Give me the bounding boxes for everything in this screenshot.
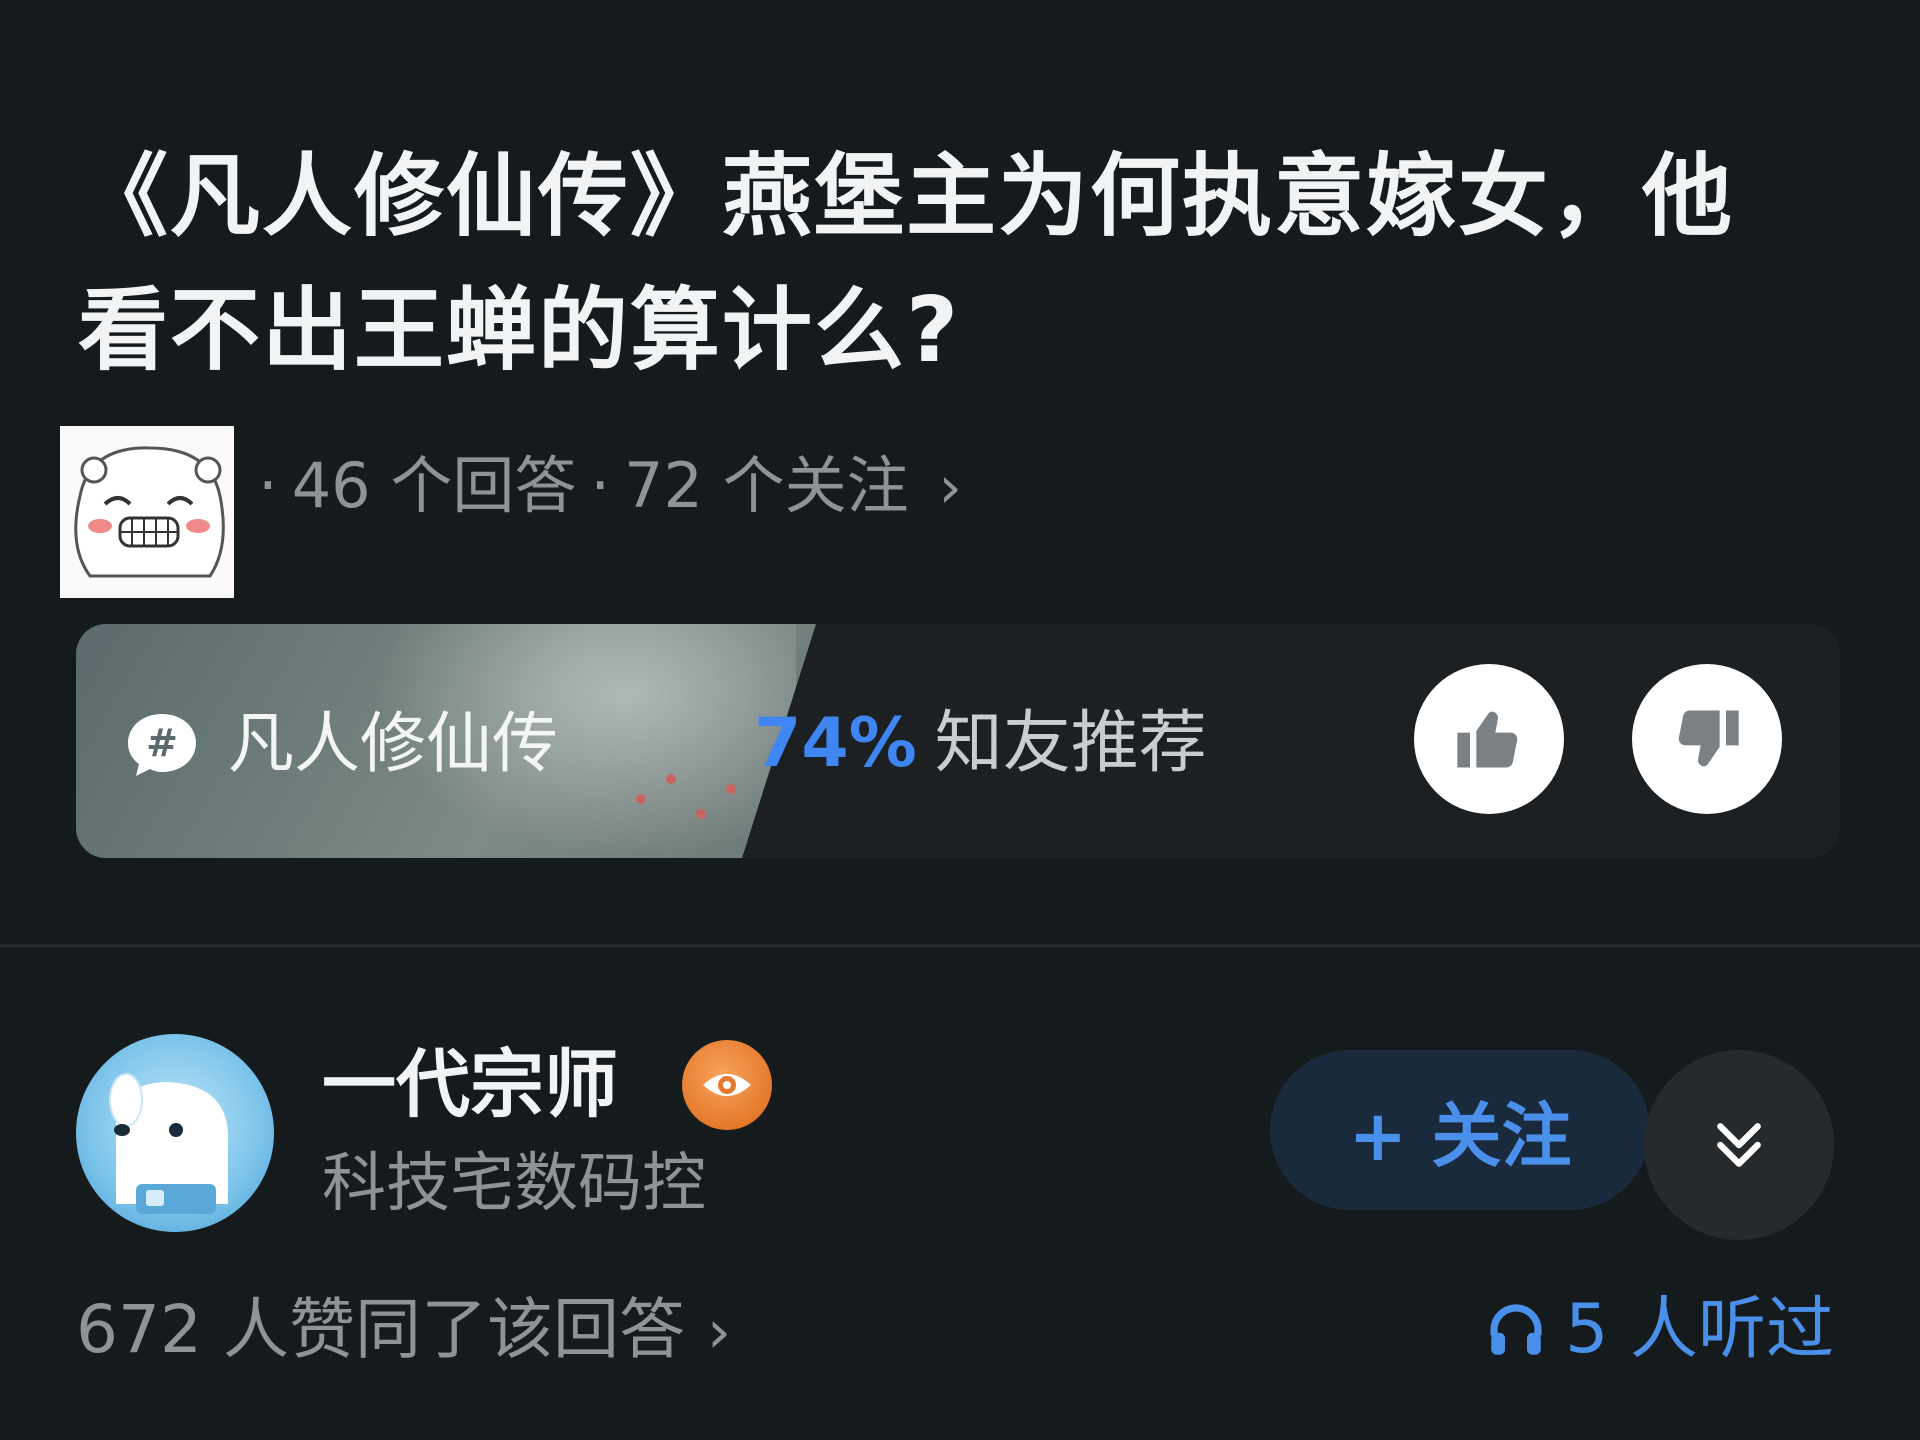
headphones-icon	[1490, 1304, 1542, 1355]
topic-name: 凡人修仙传	[228, 705, 558, 782]
author-name[interactable]: 一代宗师	[322, 1038, 618, 1132]
cartoon-face-icon	[60, 426, 234, 598]
section-divider	[0, 944, 1920, 947]
dog-avatar-icon	[109, 1073, 228, 1214]
agree-count[interactable]: 672 人赞同了该回答 ›	[76, 1288, 731, 1374]
author-bio: 科技宅数码控	[322, 1147, 706, 1221]
followers-count: 72 个关注	[624, 449, 909, 522]
author-badge[interactable]	[682, 1040, 772, 1130]
topic-banner[interactable]: # 凡人修仙传	[76, 624, 816, 858]
banner-blossom	[636, 794, 646, 804]
answers-count: 46 个回答	[291, 449, 577, 522]
follow-button[interactable]: + 关注	[1270, 1050, 1650, 1210]
listen-text: 5 人听过	[1565, 1290, 1834, 1369]
hashtag-bubble-icon: #	[128, 714, 196, 776]
chevron-right-icon: ›	[706, 1297, 731, 1367]
agree-text: 672 人赞同了该回答	[76, 1291, 685, 1368]
meta-separator: ·	[590, 449, 611, 522]
recommend-rate: 74% 知友推荐	[754, 700, 1207, 788]
expand-button[interactable]	[1644, 1050, 1834, 1240]
banner-blossom	[696, 809, 706, 819]
meta-separator: ·	[258, 449, 278, 522]
double-chevron-down-icon	[1717, 1123, 1761, 1167]
chevron-right-icon: ›	[938, 453, 962, 521]
topic-card: # 凡人修仙传 74% 知友推荐	[76, 624, 1840, 858]
author-avatar[interactable]	[76, 1034, 274, 1232]
svg-text:#: #	[146, 721, 178, 765]
thumbs-down-button[interactable]	[1632, 664, 1782, 814]
banner-blossom	[726, 784, 736, 794]
listen-count[interactable]: 5 人听过	[1483, 1288, 1834, 1372]
question-page: 《凡人修仙传》燕堡主为何执意嫁女，他看不出王蝉的算计么? · 46 个回答 · 72 …	[0, 0, 1920, 1440]
question-meta[interactable]: · 46 个回答 · 72 个关注 ›	[244, 446, 962, 527]
thumbs-up-icon	[1457, 711, 1518, 768]
answer-body-peek	[76, 1414, 1846, 1440]
question-title[interactable]: 《凡人修仙传》燕堡主为何执意嫁女，他看不出王蝉的算计么?	[78, 130, 1778, 398]
banner-blossom	[666, 774, 676, 784]
thumbs-down-icon	[1678, 710, 1739, 767]
recommend-label: 知友推荐	[934, 704, 1207, 783]
question-avatar[interactable]	[60, 426, 234, 598]
eye-badge-icon	[703, 1074, 751, 1096]
recommend-percent: 74%	[754, 704, 917, 783]
thumbs-up-button[interactable]	[1414, 664, 1564, 814]
